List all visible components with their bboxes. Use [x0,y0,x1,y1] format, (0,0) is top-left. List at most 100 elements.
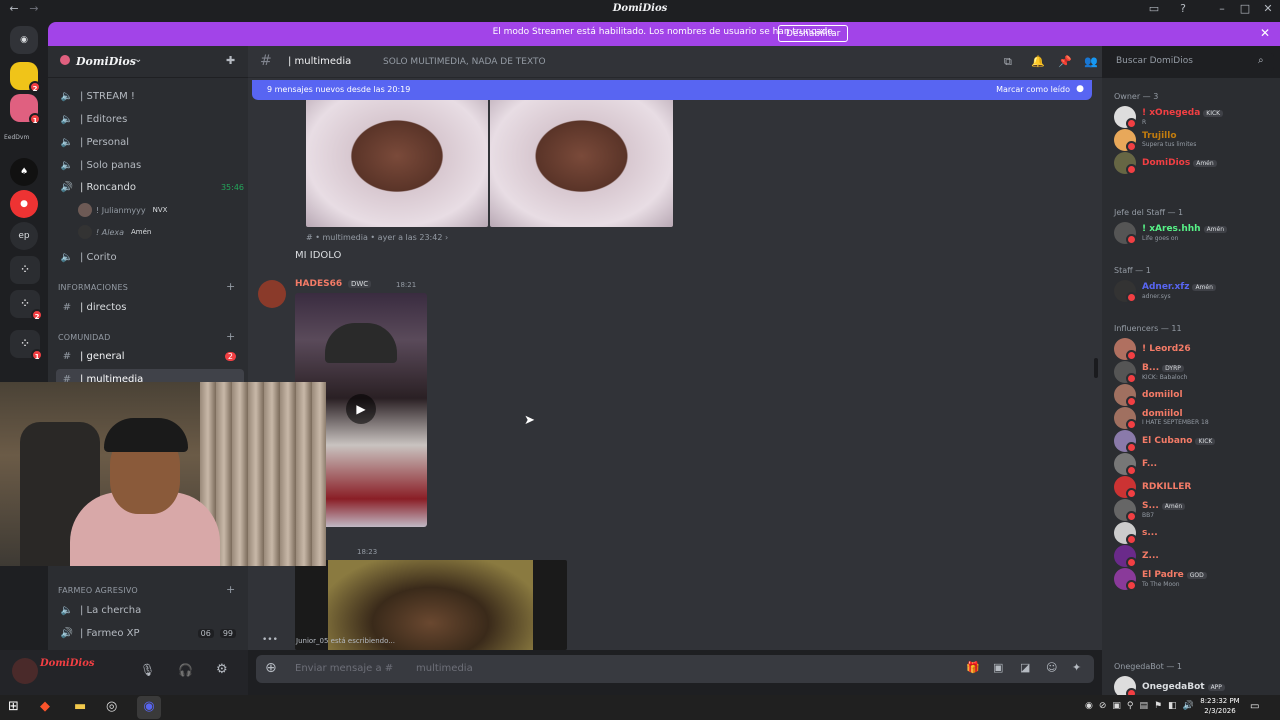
brave-icon[interactable]: ◆ [40,699,50,714]
add-attachment-icon[interactable]: ⊕ [265,660,277,676]
taskbar: ⊞ ◆ ▬ ◎ ◉ ◉⊘▣⚲▤⚑◧🔊 8:23:32 PM 2/3/2026 ▭ [0,695,1280,720]
category-farmeo[interactable]: FARMEO AGRESIVO [58,586,138,595]
new-messages-text: 9 mensajes nuevos desde las 20:19 [267,85,411,94]
gift-icon[interactable]: 🎁 [966,661,980,674]
message-text: MI IDOLO [295,250,342,261]
channel-directos[interactable]: # | directos [56,297,244,317]
server-icon[interactable]: ● [10,190,38,218]
author-tag: DWC [348,280,372,288]
system-tray-icons[interactable]: ◉⊘▣⚲▤⚑◧🔊 [1085,701,1200,711]
server-icon[interactable]: 2 [10,62,41,93]
channel-general[interactable]: # | general 2 [56,346,244,366]
category-informaciones[interactable]: INFORMACIONES [58,283,128,292]
message-author[interactable]: HADES66 [295,279,342,289]
message-composer[interactable]: ⊕ Enviar mensaje a # multimedia 🎁 ▣ ◪ ☺ … [256,655,1094,683]
member-item[interactable]: Adner.xfz Amén adner.sys [1114,278,1276,304]
voice-channel-stream[interactable]: 🔈 | STREAM ! [56,86,244,106]
avatar [78,203,92,217]
category-comunidad[interactable]: COMUNIDAD [58,333,110,342]
server-folder-icon[interactable]: ⁘ [10,256,40,284]
obs-icon[interactable]: ◎ [106,699,117,714]
maximize-icon[interactable]: □ [1237,2,1253,15]
server-icon[interactable]: ep [10,222,38,250]
voice-channel-roncando[interactable]: 🔊 | Roncando 35:46 [56,177,244,197]
server-icon[interactable]: ♠ [10,158,38,186]
server-rail: ◉ 2 1 EedDvm ♠ ● ep ⁘ ⁘ 2 ⁘ 1 [0,20,48,695]
composer-placeholder: Enviar mensaje a # [295,663,394,674]
headphones-icon[interactable]: 🎧 [178,663,193,677]
message-time: 18:21 [396,281,417,289]
avatar [1114,407,1137,430]
avatar [1114,129,1137,152]
typing-indicator: Junior_05 está escribiendo... [296,637,395,645]
member-item[interactable]: El Padre GOD To The Moon [1114,566,1276,592]
notification-icon[interactable]: ▭ [1250,701,1259,712]
member-info: s... [1142,528,1158,538]
microphone-icon[interactable]: 🎙 [140,663,155,677]
member-group-header: Influencers — 11 [1114,324,1182,333]
avatar [1114,152,1137,175]
threads-icon[interactable]: ⧉ [1004,55,1012,69]
voice-channel-personal[interactable]: 🔈 | Personal [56,132,244,152]
add-channel-icon[interactable]: + [226,583,235,596]
gear-icon[interactable]: ⚙ [216,662,228,677]
help-icon[interactable]: ? [1175,2,1191,15]
server-folder-icon[interactable]: ⁘ 2 [10,290,43,321]
bell-icon[interactable]: 🔔 [1031,55,1045,68]
member-item[interactable]: ! xAres.hhh Amén Life goes on [1114,220,1276,246]
file-explorer-icon[interactable]: ▬ [74,699,86,714]
message-image[interactable] [306,98,488,227]
new-messages-bar[interactable]: 9 mensajes nuevos desde las 20:19 Marcar… [252,80,1092,100]
speaker-icon: 🔊 [60,181,74,193]
close-window-icon[interactable]: ✕ [1260,2,1276,15]
avatar [1114,676,1137,695]
avatar [1114,453,1137,476]
play-icon[interactable]: ▶ [346,394,376,424]
voice-channel-la-chercha[interactable]: 🔈 | La chercha [56,600,244,620]
add-channel-icon[interactable]: + [226,330,235,343]
server-header[interactable]: DomiDios ⌄ ✚ [48,46,248,78]
clock-date[interactable]: 2/3/2026 [1200,707,1240,715]
disable-streamer-button[interactable]: Deshabilitar [778,25,849,42]
avatar[interactable] [258,280,286,308]
search-input[interactable]: Buscar DomiDios [1110,53,1274,71]
mark-as-read-button[interactable]: Marcar como leído [996,85,1070,94]
member-name: Adner.xfz [1142,281,1190,292]
apps-icon[interactable]: ✦ [1072,661,1081,674]
server-name: DomiDios [76,55,136,68]
discord-home-icon[interactable]: ◉ [10,26,38,54]
discord-taskbar-icon[interactable]: ◉ [137,696,161,719]
avatar[interactable] [12,658,38,684]
emoji-icon[interactable]: ☺ [1046,661,1057,674]
scrollbar[interactable] [1094,358,1098,378]
member-group-header: Staff — 1 [1114,266,1151,275]
add-member-icon[interactable]: ✚ [226,54,235,67]
member-name: El Padre [1142,569,1184,580]
pin-icon[interactable]: 📌 [1058,55,1072,68]
member-item[interactable]: DomiDios Amén [1114,150,1276,176]
member-status: adner.sys [1142,292,1171,300]
close-icon[interactable]: ✕ [1260,26,1270,40]
clock-time[interactable]: 8:23:32 PM [1200,697,1240,705]
member-tag: KICK [1203,109,1224,117]
add-channel-icon[interactable]: + [226,280,235,293]
inbox-icon[interactable]: ▭ [1146,2,1162,15]
message-image[interactable] [490,98,673,227]
sticker-icon[interactable]: ◪ [1020,661,1030,674]
voice-channel-editores[interactable]: 🔈 | Editores [56,109,244,129]
minimize-icon[interactable]: – [1214,2,1230,15]
server-icon[interactable]: 1 [10,94,41,125]
member-status: BB7 [1142,511,1155,519]
windows-start-icon[interactable]: ⊞ [8,699,19,714]
voice-channel-solo-panas[interactable]: 🔈 | Solo panas [56,155,244,175]
avatar [1114,499,1137,522]
members-icon[interactable]: 👥 [1084,55,1098,68]
voice-channel-farmeo-xp[interactable]: 🔊 | Farmeo XP 06 99 [56,623,244,643]
voice-user[interactable]: ! Julianmyyy NVX [78,201,170,219]
server-folder-icon[interactable]: ⁘ 1 [10,330,43,361]
member-item[interactable]: OnegedaBot APP [1114,674,1276,695]
gif-icon[interactable]: ▣ [993,661,1003,674]
voice-channel-corito[interactable]: 🔈 | Corito [56,247,244,267]
voice-user[interactable]: ! Alexa Amén [78,223,154,241]
speaker-icon: 🔈 [60,90,74,102]
